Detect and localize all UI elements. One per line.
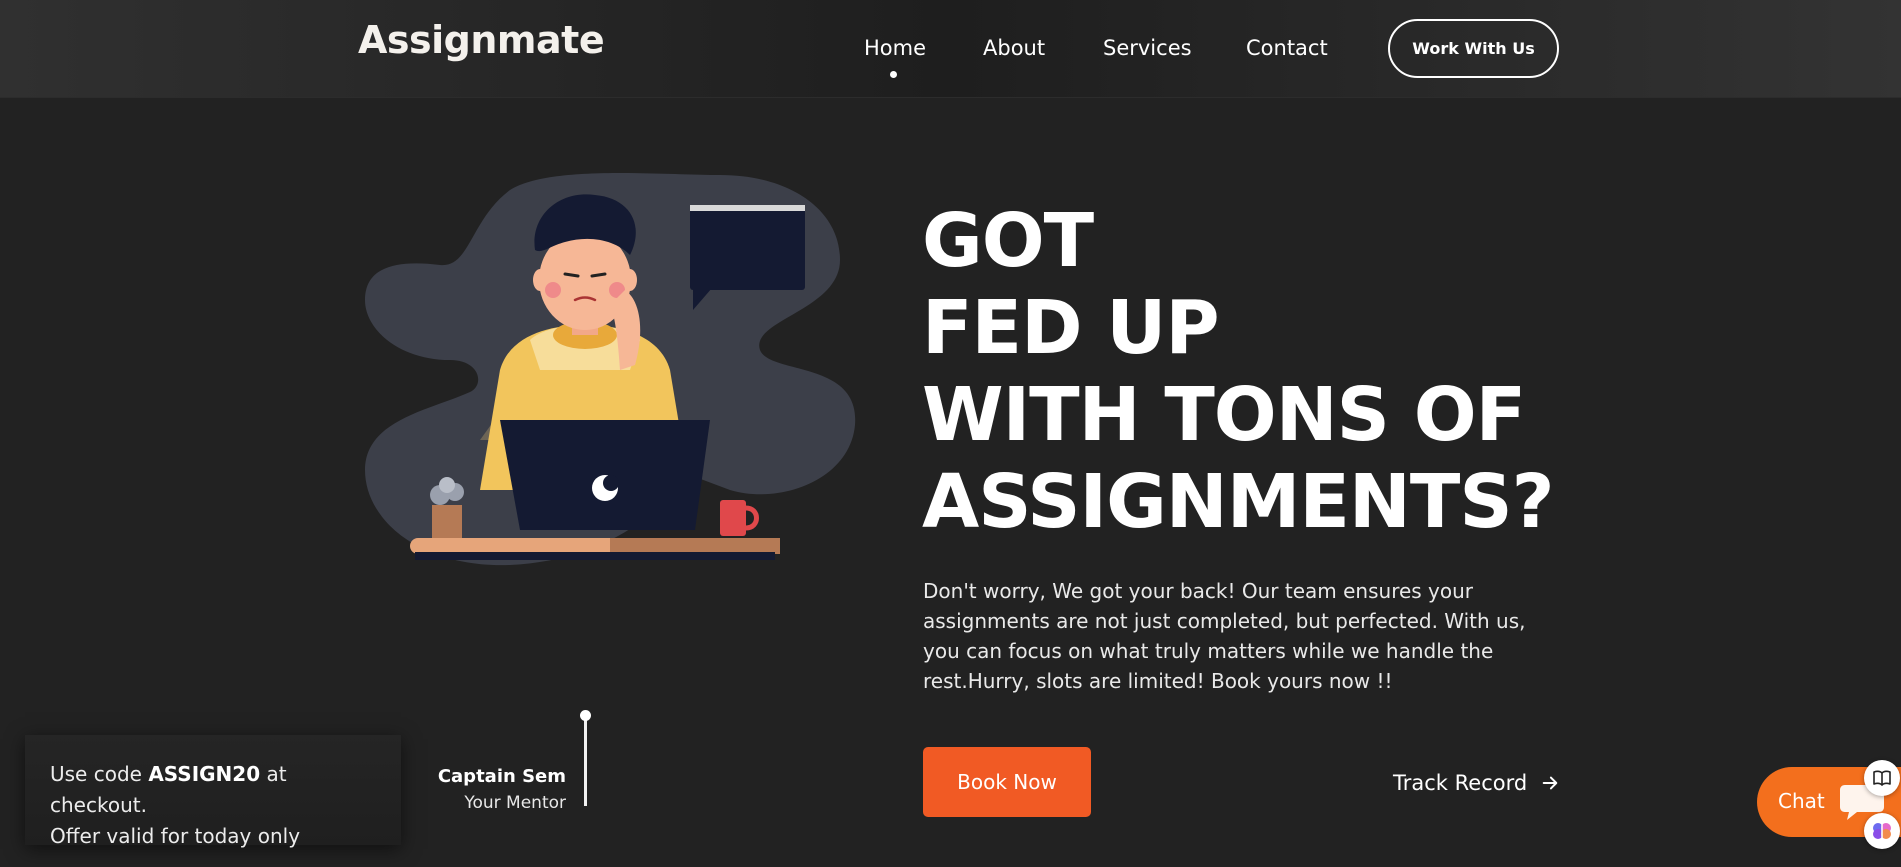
promo-prefix: Use code [50,762,149,786]
arrow-right-icon [1542,776,1558,790]
mentor-divider [584,716,587,806]
headline-line: ASSIGNMENTS? [922,459,1555,545]
site-header: Assignmate Home About Services Contact W… [0,0,1901,98]
track-record-link[interactable]: Track Record [1393,768,1559,798]
book-now-button[interactable]: Book Now [923,747,1091,817]
headline-line: WITH TONS OF [922,372,1526,458]
headline-line: GOT [922,198,1094,284]
chat-label: Chat [1778,789,1825,813]
brain-icon[interactable] [1864,813,1900,849]
nav-active-indicator [890,71,897,78]
logo-text: Assignmate [358,18,605,62]
nav-item-contact[interactable]: Contact [1246,36,1328,60]
mentor-name: Captain Sem [437,766,566,787]
site-logo[interactable]: Assignmate [358,18,605,70]
hero-headline: GOT FED UP WITH TONS OF ASSIGNMENTS? [922,198,1602,546]
promo-line-2: Offer valid for today only [50,824,301,848]
promo-line-1: Use code ASSIGN20 at checkout. [50,759,376,821]
mentor-divider-knob [580,710,591,721]
hero-illustration [360,170,860,570]
book-icon[interactable] [1864,760,1900,796]
hero-description: Don't worry, We got your back! Our team … [923,579,1526,693]
work-with-us-button[interactable]: Work With Us [1388,19,1559,78]
mentor-role: Your Mentor [464,793,566,813]
promo-toast: Use code ASSIGN20 at checkout. Offer val… [25,735,401,848]
nav-item-about[interactable]: About [983,36,1045,60]
nav-item-home[interactable]: Home [864,36,926,60]
headline-line: FED UP [922,285,1220,371]
nav-item-services[interactable]: Services [1103,36,1192,60]
promo-code: ASSIGN20 [148,762,261,786]
track-record-label: Track Record [1393,771,1528,795]
